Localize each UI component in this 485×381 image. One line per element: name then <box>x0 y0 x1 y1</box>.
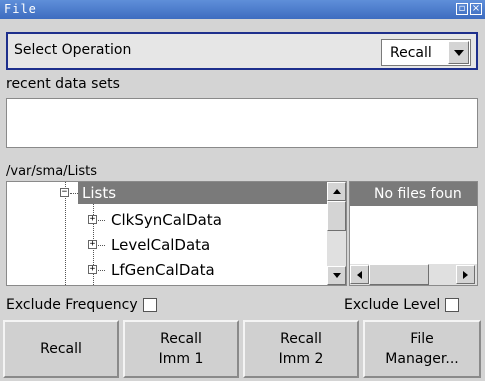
maximize-icon[interactable]: ▫ <box>456 3 468 15</box>
operation-select[interactable]: Recall <box>381 39 471 66</box>
select-operation-row: Select Operation Recall <box>6 32 478 70</box>
tree-node-label: LevelCalData <box>111 236 211 254</box>
scroll-thumb[interactable] <box>327 201 346 231</box>
file-list[interactable]: No files foun <box>349 181 478 286</box>
file-list-header: No files foun <box>350 182 477 206</box>
recall-imm2-label-line1: Recall <box>280 331 322 347</box>
recent-data-sets-field[interactable] <box>6 98 478 148</box>
chevron-down-icon <box>453 49 464 56</box>
select-operation-label: Select Operation <box>14 42 132 58</box>
recall-imm1-button[interactable]: Recall Imm 1 <box>123 320 239 378</box>
expand-icon[interactable]: + <box>88 240 97 249</box>
recall-imm2-button[interactable]: Recall Imm 2 <box>243 320 359 378</box>
tree-connector-line <box>98 270 105 271</box>
window-controls: ▫ × <box>456 3 482 15</box>
scroll-left-button[interactable] <box>350 265 369 284</box>
exclude-frequency-label: Exclude Frequency <box>6 297 138 313</box>
tree-node-label: LfGenCalData <box>111 261 215 279</box>
file-manager-button[interactable]: File Manager... <box>363 320 481 378</box>
scroll-right-button[interactable] <box>456 265 475 284</box>
expand-icon[interactable]: + <box>88 265 97 274</box>
close-icon[interactable]: × <box>470 3 482 15</box>
collapse-icon[interactable]: − <box>60 188 69 197</box>
tree-node-lists[interactable]: Lists <box>78 182 327 204</box>
scroll-thumb[interactable] <box>369 264 429 285</box>
tree-node-label: ClkSynCalData <box>111 211 222 229</box>
tree-connector-line <box>98 220 105 221</box>
tree-connector-line <box>70 193 78 194</box>
file-list-horizontal-scrollbar[interactable] <box>350 264 477 285</box>
dropdown-arrow-button[interactable] <box>448 41 469 64</box>
recall-button-label: Recall <box>40 341 82 357</box>
directory-path: /var/sma/Lists <box>6 164 98 179</box>
exclude-frequency-checkbox[interactable] <box>142 298 157 312</box>
file-manager-label-line1: File <box>410 331 434 347</box>
chevron-up-icon <box>332 189 341 194</box>
tree-node-clksyncaldata[interactable]: ClkSynCalData <box>111 209 222 231</box>
exclude-level-label: Exclude Level <box>344 297 441 313</box>
recall-imm2-label-line2: Imm 2 <box>278 351 324 367</box>
recall-button[interactable]: Recall <box>3 320 119 378</box>
tree-connector-line <box>65 182 66 285</box>
chevron-down-icon <box>332 273 341 278</box>
tree-node-levelcaldata[interactable]: LevelCalData <box>111 234 210 256</box>
recent-data-sets-label: recent data sets <box>6 76 120 92</box>
tree-connector-line <box>98 245 105 246</box>
tree-node-lfgencaldata[interactable]: LfGenCalData <box>111 259 215 281</box>
exclude-level-option[interactable]: Exclude Level <box>344 297 460 313</box>
exclude-frequency-option[interactable]: Exclude Frequency <box>6 297 157 313</box>
recall-imm1-label-line2: Imm 1 <box>158 351 204 367</box>
file-manager-label-line2: Manager... <box>385 351 459 367</box>
directory-tree[interactable]: − Lists + ClkSynCalData + LevelCalData +… <box>6 181 347 286</box>
tree-vertical-scrollbar[interactable] <box>327 182 346 285</box>
operation-select-value: Recall <box>390 45 432 61</box>
window-title: File <box>4 2 37 16</box>
recall-imm1-label-line1: Recall <box>160 331 202 347</box>
exclude-level-checkbox[interactable] <box>445 298 460 312</box>
tree-node-label: Lists <box>82 184 117 202</box>
chevron-left-icon <box>357 270 362 279</box>
expand-icon[interactable]: + <box>88 215 97 224</box>
chevron-right-icon <box>463 270 468 279</box>
title-bar: File ▫ × <box>0 0 485 19</box>
scroll-up-button[interactable] <box>327 182 346 201</box>
scroll-down-button[interactable] <box>327 266 346 285</box>
